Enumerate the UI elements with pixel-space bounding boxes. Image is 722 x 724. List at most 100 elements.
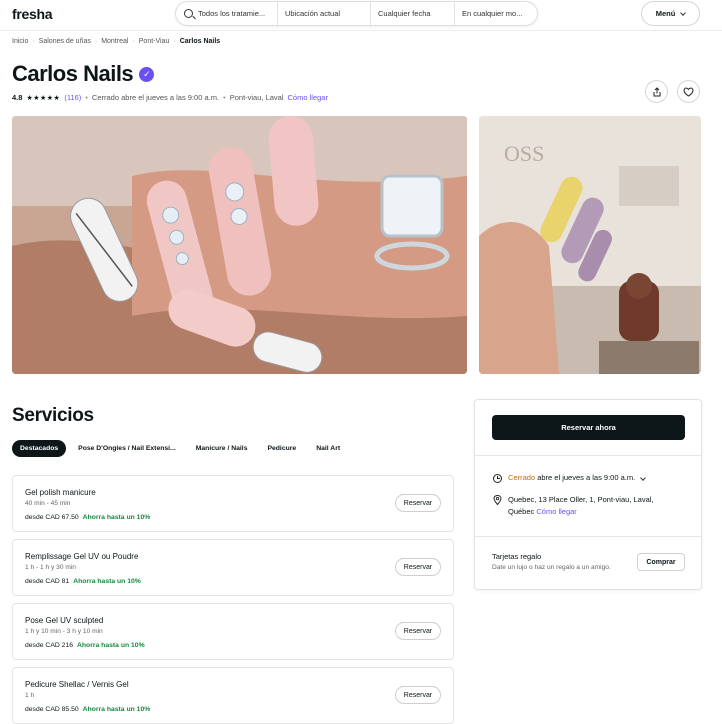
business-location: Pont-viau, Laval — [229, 93, 284, 102]
clock-icon — [493, 473, 502, 483]
service-price: desde CAD 67.50 Ahorra hasta un 10% — [25, 514, 150, 521]
breadcrumb-separator: · — [94, 38, 98, 45]
time-field[interactable]: En cualquier mo... — [455, 2, 537, 25]
service-price-text: desde CAD 85.50 — [25, 706, 79, 713]
service-savings: Ahorra hasta un 10% — [73, 578, 141, 585]
reviews-count-link[interactable]: (116) — [64, 93, 81, 102]
divider — [475, 536, 701, 537]
opening-status: Cerrado abre el jueves a las 9:00 a.m. — [91, 93, 220, 102]
heart-icon — [683, 87, 694, 97]
service-card[interactable]: Remplissage Gel UV ou Poudre 1 h - 1 h y… — [12, 539, 454, 596]
service-price: desde CAD 85.50 Ahorra hasta un 10% — [25, 706, 150, 713]
service-price-text: desde CAD 81 — [25, 578, 70, 585]
favorite-button[interactable] — [677, 80, 700, 103]
breadcrumb-item-inicio[interactable]: Inicio — [12, 38, 28, 45]
top-navigation: fresha Todos los tratamie... Ubicación a… — [0, 0, 722, 31]
opening-hours-row[interactable]: Cerrado abre el jueves a las 9:00 a.m. — [493, 472, 647, 484]
service-savings: Ahorra hasta un 10% — [77, 642, 145, 649]
salon-photo-illustration: OSS — [479, 116, 701, 374]
tab-destacados[interactable]: Destacados — [12, 440, 67, 457]
chevron-down-icon — [680, 9, 687, 16]
reserve-button[interactable]: Reservar — [395, 494, 441, 512]
search-icon — [184, 9, 193, 18]
service-name: Pose Gel UV sculpted — [25, 616, 104, 625]
location-pin-icon — [493, 495, 502, 505]
address-line-2: Québec — [508, 507, 535, 516]
menu-label: Menú — [655, 9, 676, 18]
breadcrumb-separator: · — [132, 38, 135, 45]
fresha-logo[interactable]: fresha — [12, 6, 53, 22]
business-name: Carlos Nails — [12, 61, 134, 86]
directions-link[interactable]: Cómo llegar — [288, 93, 328, 102]
reserve-button[interactable]: Reservar — [395, 558, 441, 576]
star-rating-icon: ★★★★★ — [26, 94, 61, 102]
buy-gift-card-button[interactable]: Comprar — [637, 553, 685, 571]
closed-status: Cerrado — [508, 473, 536, 482]
service-name: Gel polish manicure — [25, 488, 96, 497]
breadcrumb-separator: · — [32, 38, 35, 45]
gallery-side-photo[interactable]: OSS — [479, 116, 701, 374]
nails-photo-illustration — [12, 116, 467, 374]
reserve-button[interactable]: Reservar — [395, 686, 441, 704]
service-price: desde CAD 81 Ahorra hasta un 10% — [25, 578, 141, 585]
address-line: Quebec, 13 Place Oller, 1, Pont-viau, La… — [508, 495, 654, 504]
treatment-search-field[interactable]: Todos los tratamie... — [176, 2, 278, 25]
divider — [475, 455, 701, 456]
tab-nail-art[interactable]: Nail Art — [308, 440, 348, 457]
booking-panel: Reservar ahora Cerrado abre el jueves a … — [474, 399, 702, 590]
time-text: En cualquier mo... — [462, 9, 523, 18]
service-card[interactable]: Pose Gel UV sculpted 1 h y 10 min - 3 h … — [12, 603, 454, 660]
service-name: Remplissage Gel UV ou Poudre — [25, 552, 139, 561]
directions-link[interactable]: Cómo llegar — [536, 507, 576, 516]
location-field[interactable]: Ubicación actual — [278, 2, 371, 25]
breadcrumb: Inicio · Salones de uñas · Montreal · Po… — [12, 38, 220, 45]
gift-cards-title: Tarjetas regalo — [492, 552, 542, 561]
rating-value: 4.8 — [12, 93, 23, 102]
service-price-text: desde CAD 67.50 — [25, 514, 79, 521]
menu-button[interactable]: Menú — [641, 1, 700, 26]
verified-badge-icon: ✓ — [139, 66, 155, 82]
date-field[interactable]: Cualquier fecha — [371, 2, 455, 25]
service-price-text: desde CAD 216 — [25, 642, 73, 649]
services-heading: Servicios — [12, 405, 94, 426]
address-row: Quebec, 13 Place Oller, 1, Pont-viau, La… — [493, 494, 654, 518]
search-bar[interactable]: Todos los tratamie... Ubicación actual C… — [175, 1, 538, 26]
service-category-tabs: Destacados Pose D'Ongles / Nail Extensi.… — [12, 440, 348, 457]
service-duration: 1 h y 10 min - 3 h y 10 min — [25, 628, 103, 635]
service-duration: 1 h — [25, 692, 35, 699]
svg-text:OSS: OSS — [504, 141, 544, 166]
service-savings: Ahorra hasta un 10% — [82, 514, 151, 521]
tab-manicure[interactable]: Manicure / Nails — [188, 440, 256, 457]
tab-pose-ongles[interactable]: Pose D'Ongles / Nail Extensi... — [70, 440, 184, 457]
service-duration: 1 h - 1 h y 30 min — [25, 564, 76, 571]
share-button[interactable] — [645, 80, 668, 103]
breadcrumb-item-pont-viau[interactable]: Pont-Viau — [139, 38, 170, 45]
service-card[interactable]: Gel polish manicure 40 min - 45 min desd… — [12, 475, 454, 532]
hours-text: Cerrado abre el jueves a las 9:00 a.m. — [508, 472, 647, 484]
service-card[interactable]: Pedicure Shellac / Vernis Gel 1 h desde … — [12, 667, 454, 724]
breadcrumb-item-montreal[interactable]: Montreal — [101, 38, 128, 45]
address-text: Quebec, 13 Place Oller, 1, Pont-viau, La… — [508, 494, 654, 518]
service-name: Pedicure Shellac / Vernis Gel — [25, 680, 129, 689]
business-meta: 4.8 ★★★★★ (116) • Cerrado abre el jueves… — [12, 93, 328, 102]
reserve-button[interactable]: Reservar — [395, 622, 441, 640]
breadcrumb-separator: · — [173, 38, 176, 45]
breadcrumb-item-current: Carlos Nails — [179, 38, 221, 45]
page-title: Carlos Nails ✓ — [12, 61, 155, 87]
service-price: desde CAD 216 Ahorra hasta un 10% — [25, 642, 145, 649]
treatment-search-text: Todos los tratamie... — [198, 9, 266, 18]
gift-cards-subtitle: Date un lujo o haz un regalo a un amigo. — [492, 564, 611, 571]
date-text: Cualquier fecha — [378, 9, 431, 18]
meta-separator: • — [223, 93, 226, 102]
service-savings: Ahorra hasta un 10% — [82, 706, 151, 713]
hours-detail: abre el jueves a las 9:00 a.m. — [537, 473, 636, 482]
chevron-down-icon — [640, 475, 647, 481]
breadcrumb-item-salones[interactable]: Salones de uñas — [39, 38, 91, 45]
gallery-main-photo[interactable] — [12, 116, 467, 374]
service-duration: 40 min - 45 min — [25, 500, 71, 507]
tab-pedicure[interactable]: Pedicure — [259, 440, 304, 457]
meta-separator: • — [85, 93, 88, 102]
share-icon — [653, 86, 660, 96]
location-text: Ubicación actual — [285, 9, 341, 18]
book-now-button[interactable]: Reservar ahora — [492, 415, 685, 440]
